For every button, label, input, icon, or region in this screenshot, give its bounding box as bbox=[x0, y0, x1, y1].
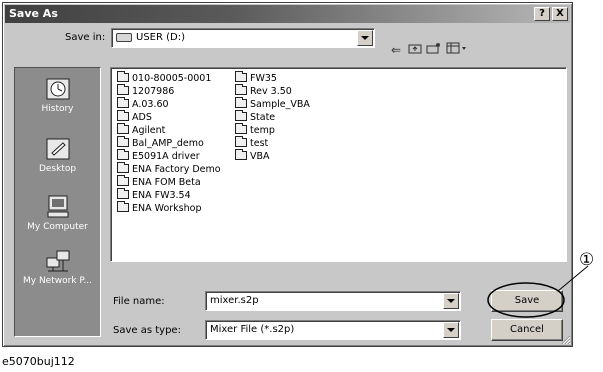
place-history[interactable]: History bbox=[15, 76, 100, 114]
folder-item[interactable]: 1207986 bbox=[117, 84, 221, 98]
help-button[interactable]: ? bbox=[534, 7, 550, 21]
folder-icon bbox=[235, 84, 247, 95]
network-icon bbox=[46, 250, 69, 272]
file-name-input[interactable]: mixer.s2p bbox=[205, 291, 461, 311]
folder-item[interactable]: ENA FOM Beta bbox=[117, 175, 221, 189]
folder-icon bbox=[117, 123, 129, 134]
folder-icon bbox=[117, 175, 129, 186]
places-bar: History Desktop My Computer My Network P… bbox=[14, 67, 101, 337]
up-folder-icon[interactable] bbox=[406, 41, 424, 59]
place-my-network[interactable]: My Network P... bbox=[15, 248, 100, 286]
figure-caption: e5070buj112 bbox=[2, 355, 75, 368]
folder-icon bbox=[117, 97, 129, 108]
history-icon bbox=[46, 78, 69, 100]
save-in-value: USER (D:) bbox=[136, 32, 185, 43]
folder-icon bbox=[117, 110, 129, 121]
folder-item[interactable]: FW35 bbox=[235, 71, 310, 85]
place-label: History bbox=[41, 104, 74, 114]
chevron-down-icon[interactable] bbox=[443, 293, 459, 309]
callout-number: ① bbox=[579, 250, 595, 270]
close-button[interactable]: X bbox=[552, 7, 568, 21]
view-menu-icon[interactable] bbox=[445, 41, 469, 59]
folder-item[interactable]: A.03.60 bbox=[117, 97, 221, 111]
back-arrow-icon[interactable]: ⇐ bbox=[387, 41, 405, 59]
folder-item[interactable]: test bbox=[235, 136, 310, 150]
file-name-label: File name: bbox=[113, 296, 165, 307]
folder-icon bbox=[117, 71, 129, 82]
new-folder-icon[interactable] bbox=[425, 41, 443, 59]
folder-item[interactable]: 010-80005-0001 bbox=[117, 71, 221, 85]
save-as-type-value: Mixer File (*.s2p) bbox=[210, 324, 295, 335]
folder-item[interactable]: Bal_AMP_demo bbox=[117, 136, 221, 150]
save-in-label: Save in: bbox=[65, 32, 106, 43]
folder-icon bbox=[235, 110, 247, 121]
place-my-computer[interactable]: My Computer bbox=[15, 194, 100, 232]
folder-item[interactable]: ENA Workshop bbox=[117, 201, 221, 215]
folder-item[interactable]: State bbox=[235, 110, 310, 124]
window-title: Save As bbox=[9, 7, 58, 20]
folder-item[interactable]: Agilent bbox=[117, 123, 221, 137]
file-list[interactable]: 010-80005-0001 1207986 A.03.60 ADS Agile… bbox=[110, 67, 567, 262]
folder-icon bbox=[117, 136, 129, 147]
folder-item[interactable]: Sample_VBA bbox=[235, 97, 310, 111]
file-column-1: 010-80005-0001 1207986 A.03.60 ADS Agile… bbox=[117, 71, 221, 215]
computer-icon bbox=[47, 195, 68, 218]
folder-item[interactable]: temp bbox=[235, 123, 310, 137]
place-label: My Network P... bbox=[23, 276, 92, 286]
chevron-down-icon[interactable] bbox=[357, 30, 373, 46]
folder-item[interactable]: Rev 3.50 bbox=[235, 84, 310, 98]
folder-item[interactable]: VBA bbox=[235, 149, 310, 163]
folder-icon bbox=[117, 201, 129, 212]
drive-icon bbox=[116, 32, 132, 42]
folder-icon bbox=[117, 84, 129, 95]
place-label: My Computer bbox=[27, 222, 88, 232]
folder-icon bbox=[235, 97, 247, 108]
folder-icon bbox=[235, 149, 247, 160]
folder-icon bbox=[117, 149, 129, 160]
save-as-type-dropdown[interactable]: Mixer File (*.s2p) bbox=[205, 320, 461, 340]
place-desktop[interactable]: Desktop bbox=[15, 136, 100, 174]
folder-item[interactable]: E5091A driver bbox=[117, 149, 221, 163]
folder-icon bbox=[235, 123, 247, 134]
folder-icon bbox=[117, 162, 129, 173]
save-as-type-label: Save as type: bbox=[113, 325, 181, 336]
folder-item[interactable]: ENA Factory Demo bbox=[117, 162, 221, 176]
file-column-2: FW35 Rev 3.50 Sample_VBA State temp test… bbox=[235, 71, 310, 163]
folder-icon bbox=[117, 188, 129, 199]
desktop-icon bbox=[46, 138, 69, 160]
save-in-dropdown[interactable]: USER (D:) bbox=[111, 28, 375, 48]
chevron-down-icon[interactable] bbox=[443, 322, 459, 338]
place-label: Desktop bbox=[38, 164, 77, 174]
folder-icon bbox=[235, 136, 247, 147]
file-name-value: mixer.s2p bbox=[210, 295, 259, 306]
folder-icon bbox=[235, 71, 247, 82]
callout-ellipse bbox=[487, 282, 565, 318]
folder-item[interactable]: ENA FW3.54 bbox=[117, 188, 221, 202]
title-bar: Save As ? X bbox=[5, 5, 570, 23]
folder-item[interactable]: ADS bbox=[117, 110, 221, 124]
